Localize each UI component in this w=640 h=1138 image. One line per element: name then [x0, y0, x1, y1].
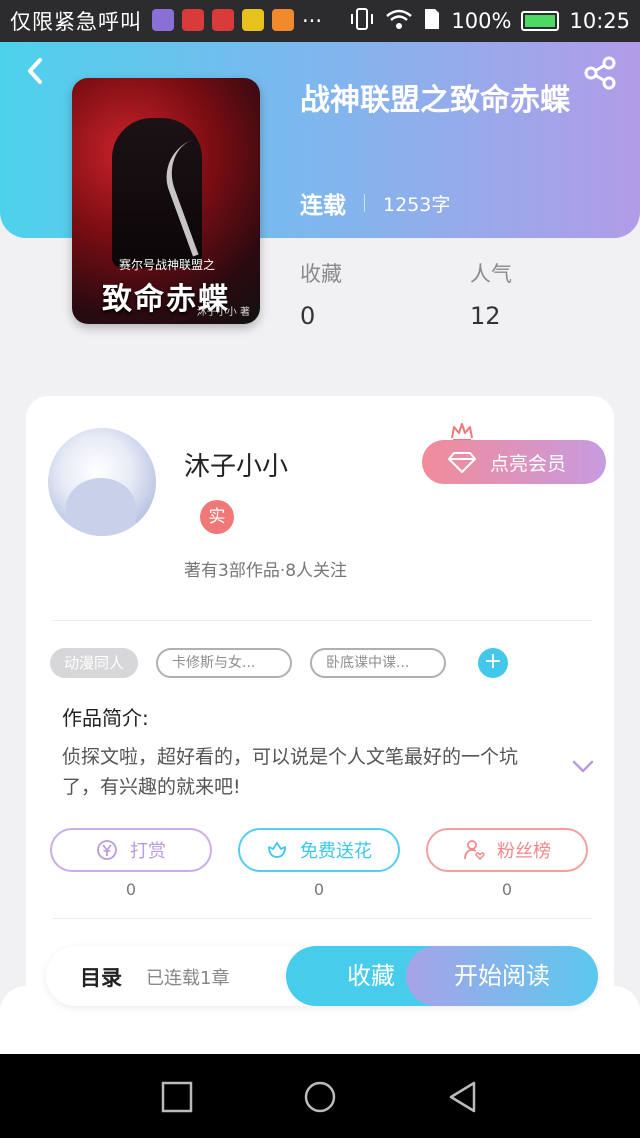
- book-cover[interactable]: 赛尔号战神联盟之 致命赤蝶 沐子小小 著: [72, 78, 260, 324]
- yen-icon: [97, 840, 117, 860]
- tag-item[interactable]: 卧底谍中谍...: [310, 648, 447, 678]
- wifi-icon: [385, 8, 413, 35]
- stat-value: 12: [470, 302, 501, 330]
- verified-badge: 实: [200, 500, 234, 534]
- back-icon: [28, 58, 42, 84]
- status-bar: 仅限紧急呼叫 ··· 100% 10:25: [0, 0, 640, 42]
- diamond-icon: [448, 452, 476, 473]
- author-stats: 著有3部作品·8人关注: [184, 561, 348, 581]
- start-reading-button[interactable]: 开始阅读: [406, 946, 598, 1006]
- huawei-icon: [212, 9, 234, 31]
- stat-popularity: 人气 12: [470, 258, 512, 330]
- crown-icon: [451, 423, 473, 441]
- toc-button[interactable]: 目录: [80, 962, 122, 992]
- nav-back-icon[interactable]: [446, 1080, 480, 1114]
- word-count: 1253字: [383, 193, 451, 216]
- more-icon: ···: [302, 9, 323, 33]
- fan-ranking-label: 粉丝榜: [497, 841, 551, 862]
- tip-button[interactable]: 打赏: [50, 828, 212, 872]
- serial-status: 连载: [300, 193, 346, 219]
- flower-icon: [268, 842, 286, 858]
- back-button[interactable]: [22, 56, 50, 86]
- sim-icon: [423, 8, 441, 35]
- stat-label: 收藏: [300, 262, 342, 286]
- author-avatar[interactable]: [48, 428, 156, 536]
- tag-item[interactable]: 卡修斯与女...: [156, 648, 293, 678]
- notification-icons: ···: [152, 9, 322, 33]
- app-icon: [242, 9, 264, 31]
- chevron-down-icon[interactable]: [572, 760, 594, 774]
- battery-percent: 100%: [451, 9, 512, 33]
- cover-author: 沐子小小 著: [196, 307, 250, 318]
- meta-separator: [364, 194, 365, 212]
- book-meta: 连载 1253字: [300, 186, 450, 220]
- tip-label: 打赏: [130, 841, 166, 862]
- chapter-count: 已连载1章: [146, 968, 230, 989]
- add-tag-button[interactable]: +: [478, 648, 509, 678]
- gallery-icon: [152, 9, 174, 31]
- home-icon[interactable]: [303, 1080, 337, 1114]
- book-title: 战神联盟之致命赤蝶: [300, 83, 570, 118]
- huawei-icon: [182, 9, 204, 31]
- bottom-action-bar: 目录 已连载1章 收藏 开始阅读: [46, 946, 598, 1006]
- divider: [52, 620, 592, 621]
- tag-row: 动漫同人 卡修斯与女... 卧底谍中谍... +: [50, 648, 509, 678]
- vibrate-icon: [349, 7, 375, 35]
- cover-subtitle: 赛尔号战神联盟之: [118, 258, 215, 272]
- divider: [52, 918, 592, 919]
- stat-label: 人气: [470, 262, 512, 286]
- carrier-text: 仅限紧急呼叫: [10, 10, 142, 34]
- fan-ranking-button[interactable]: 粉丝榜: [426, 828, 588, 872]
- vip-label: 点亮会员: [490, 452, 567, 475]
- tip-count: 0: [125, 880, 137, 899]
- flower-count: 0: [313, 880, 325, 899]
- send-flower-label: 免费送花: [300, 841, 372, 862]
- recent-apps-icon[interactable]: [160, 1080, 194, 1114]
- clock: 10:25: [569, 9, 630, 33]
- user-heart-icon: [464, 840, 485, 861]
- vip-button[interactable]: 点亮会员: [422, 440, 606, 484]
- send-flower-button[interactable]: 免费送花: [238, 828, 400, 872]
- system-nav-bar: [0, 1054, 640, 1138]
- battery-icon: [521, 11, 560, 31]
- author-name[interactable]: 沐子小小: [184, 446, 288, 483]
- category-tag[interactable]: 动漫同人: [50, 648, 139, 678]
- fan-count: 0: [501, 880, 513, 899]
- intro-text: 侦探文啦，超好看的，可以说是个人文笔最好的一个坑了，有兴趣的就来吧!: [62, 746, 519, 798]
- music-icon: [272, 9, 294, 31]
- intro-title: 作品简介:: [62, 706, 149, 730]
- stat-favorites: 收藏 0: [300, 258, 342, 330]
- stat-value: 0: [300, 302, 316, 330]
